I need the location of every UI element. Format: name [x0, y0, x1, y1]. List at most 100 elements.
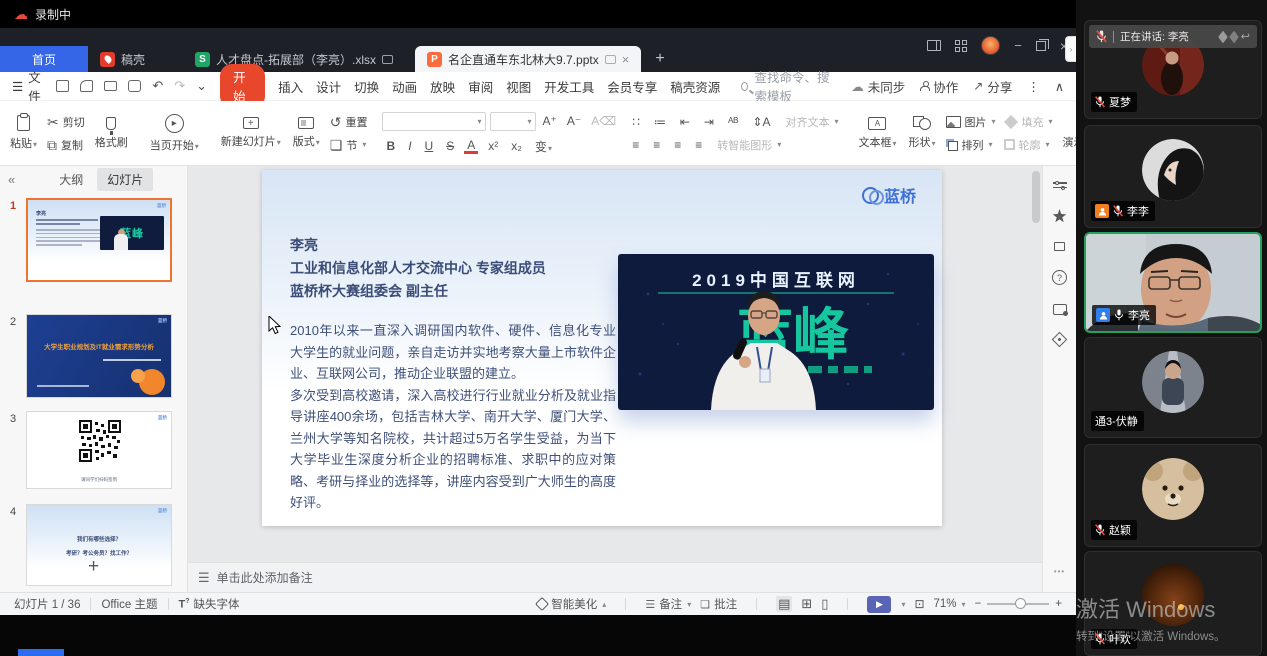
clear-format-button[interactable]: A⌫ [588, 114, 619, 128]
section-button[interactable]: ❏节▾ [326, 137, 372, 153]
print-preview-icon[interactable] [128, 80, 141, 92]
add-slide-button[interactable]: + [0, 556, 187, 578]
comments-button[interactable]: ❏ 批注 [700, 596, 737, 612]
participant-tile-4[interactable]: 通3-伏静 [1084, 337, 1262, 438]
shrink-font-button[interactable]: A⁻ [564, 114, 584, 128]
redo-icon[interactable]: ↷ [174, 78, 185, 94]
missing-font-warning[interactable]: T? 缺失字体 [179, 596, 240, 612]
picture-button[interactable]: 图片▾ [942, 114, 1000, 130]
slide-sorter-view-button[interactable]: ⊞ [801, 596, 812, 612]
tab-docer[interactable]: 稿壳 [88, 46, 157, 72]
menu-tab-docer-res[interactable]: 稿壳资源 [670, 77, 720, 96]
grow-font-button[interactable]: A⁺ [540, 114, 560, 128]
slideshow-play-dropdown[interactable]: ▾ [901, 600, 905, 609]
sync-status[interactable]: ☁ 未同步 [851, 77, 905, 96]
zoom-slider-knob[interactable] [1015, 598, 1026, 609]
menu-tab-review[interactable]: 审阅 [468, 77, 493, 96]
new-tab-button[interactable]: + [641, 46, 678, 72]
speaker-bio[interactable]: 2010年以来一直深入调研国内软件、硬件、信息化专业大学生的就业问题，亲自走访并… [290, 320, 616, 514]
cut-button[interactable]: ✂剪切 [43, 114, 89, 130]
file-menu[interactable]: ☰ 文件 [12, 67, 43, 105]
tab-pin-icon[interactable] [605, 55, 616, 64]
align-left-button[interactable]: ≡ [629, 138, 642, 152]
menu-tab-animation[interactable]: 动画 [392, 77, 417, 96]
current-slide[interactable]: 蓝桥 李亮 工业和信息化部人才交流中心 专家组成员 蓝桥杯大赛组委会 副主任 2… [262, 170, 942, 526]
theme-name[interactable]: Office 主题 [101, 596, 157, 612]
bold-button[interactable]: B [384, 139, 399, 153]
save-icon[interactable] [56, 80, 69, 92]
properties-icon[interactable] [1053, 180, 1067, 190]
underline-button[interactable]: U [422, 139, 437, 153]
fill-button[interactable]: 填充▾ [1000, 114, 1057, 130]
font-family-combo[interactable]: ▾ [382, 112, 486, 131]
menu-tab-slideshow[interactable]: 放映 [430, 77, 455, 96]
new-slide-button[interactable]: + 新建幻灯片▾ [215, 104, 287, 162]
menu-tab-view[interactable]: 视图 [506, 77, 531, 96]
smart-beautify-button[interactable]: 智能美化 ▴ [537, 596, 606, 612]
participant-tile-3-active-speaker[interactable]: 李亮 [1084, 232, 1262, 333]
resource-icon[interactable] [1052, 332, 1068, 348]
apps-grid-icon[interactable] [955, 40, 967, 52]
collapse-panel-icon[interactable]: « [8, 172, 15, 187]
slideshow-play-button[interactable]: ▶ [867, 596, 891, 613]
outline-tab[interactable]: 大纲 [49, 168, 93, 191]
zoom-slider-track[interactable] [987, 603, 1049, 605]
duplicate-icon[interactable] [1054, 242, 1065, 251]
reading-view-button[interactable]: ▯ [821, 596, 828, 612]
help-icon[interactable]: ? [1052, 270, 1067, 285]
notes-bar[interactable]: ☰ 单击此处添加备注 [188, 562, 1042, 592]
superscript-button[interactable]: x² [485, 139, 501, 153]
tab-ppt-doc[interactable]: P 名企直通车东北林大9.7.pptx × [415, 46, 641, 72]
tab-close-icon[interactable]: × [622, 52, 630, 67]
speaker-photo[interactable]: 2019中国互联网 蓝峰 [618, 254, 934, 410]
vertical-scrollbar[interactable] [1032, 171, 1040, 223]
arrange-button[interactable]: 排列▾ [942, 137, 1000, 153]
restore-button[interactable] [1036, 41, 1046, 51]
rail-more-icon[interactable]: ••• [1043, 567, 1076, 576]
layout-button[interactable]: 版式▾ [287, 104, 326, 162]
zoom-level[interactable]: 71%▾ [934, 598, 966, 610]
slide-thumbnail-3[interactable]: 蓝桥 [26, 411, 172, 489]
audio-mode-icon[interactable] [1218, 30, 1228, 43]
align-right-button[interactable]: ≡ [671, 138, 684, 152]
italic-button[interactable]: I [405, 139, 414, 153]
output-icon[interactable] [80, 80, 93, 92]
command-search[interactable]: 查找命令、搜索模板 [741, 67, 838, 105]
present-tools-button[interactable]: 演示工具▾ [1057, 104, 1076, 162]
collaborate-button[interactable]: 协作 [920, 77, 958, 96]
participant-tile-6[interactable]: 叶欢 [1084, 551, 1262, 656]
menu-tab-transition[interactable]: 切换 [354, 77, 379, 96]
reset-button[interactable]: ↺重置 [326, 114, 372, 130]
font-size-combo[interactable]: ▾ [490, 112, 536, 131]
strikethrough-button[interactable]: S [443, 139, 457, 153]
menu-tab-member[interactable]: 会员专享 [607, 77, 657, 96]
align-text-button[interactable]: 对齐文本▾ [781, 114, 842, 130]
speaker-heading[interactable]: 李亮 工业和信息化部人才交流中心 专家组成员 蓝桥杯大赛组委会 副主任 [290, 234, 546, 303]
share-button[interactable]: ↗ 分享 [973, 77, 1012, 96]
numbering-button[interactable]: ≔ [651, 115, 669, 129]
undo-icon[interactable]: ↶ [152, 78, 163, 94]
subscript-button[interactable]: x₂ [508, 139, 525, 153]
outline-button[interactable]: 轮廓▾ [1000, 137, 1057, 153]
play-from-page-button[interactable]: ▸ 当页开始▾ [144, 104, 205, 162]
align-center-button[interactable]: ≡ [650, 138, 663, 152]
format-painter-button[interactable]: 格式刷 [89, 104, 134, 162]
slide-thumbnail-2[interactable]: 蓝桥 大学生职业规划及IT就业需求形势分析 [26, 314, 172, 398]
slide-thumbnail-1[interactable]: 蓝桥 李亮 蓝峰 [26, 198, 172, 282]
menu-tab-design[interactable]: 设计 [316, 77, 341, 96]
text-effect-button[interactable]: 变▾ [532, 138, 555, 155]
print-icon[interactable] [104, 81, 117, 91]
zoom-out-button[interactable]: − [975, 598, 982, 610]
slide-canvas[interactable]: 蓝桥 李亮 工业和信息化部人才交流中心 专家组成员 蓝桥杯大赛组委会 副主任 2… [188, 166, 1042, 562]
tab-sheet-doc[interactable]: S 人才盘点-拓展部（李亮）.xlsx [183, 46, 405, 72]
quick-access-more-icon[interactable]: ⌄ [196, 78, 207, 94]
menu-tab-insert[interactable]: 插入 [278, 77, 303, 96]
slides-tab[interactable]: 幻灯片 [97, 168, 153, 191]
justify-button[interactable]: ≡ [692, 138, 705, 152]
audio-mode-icon2[interactable] [1229, 30, 1239, 43]
menu-tab-devtools[interactable]: 开发工具 [544, 77, 594, 96]
text-direction-button[interactable]: ᴬᴮ [725, 115, 741, 129]
to-smartart-button[interactable]: 转智能图形▾ [713, 137, 785, 153]
copy-button[interactable]: ⧉复制 [43, 137, 89, 153]
participant-tile-2[interactable]: 李李 [1084, 125, 1262, 228]
